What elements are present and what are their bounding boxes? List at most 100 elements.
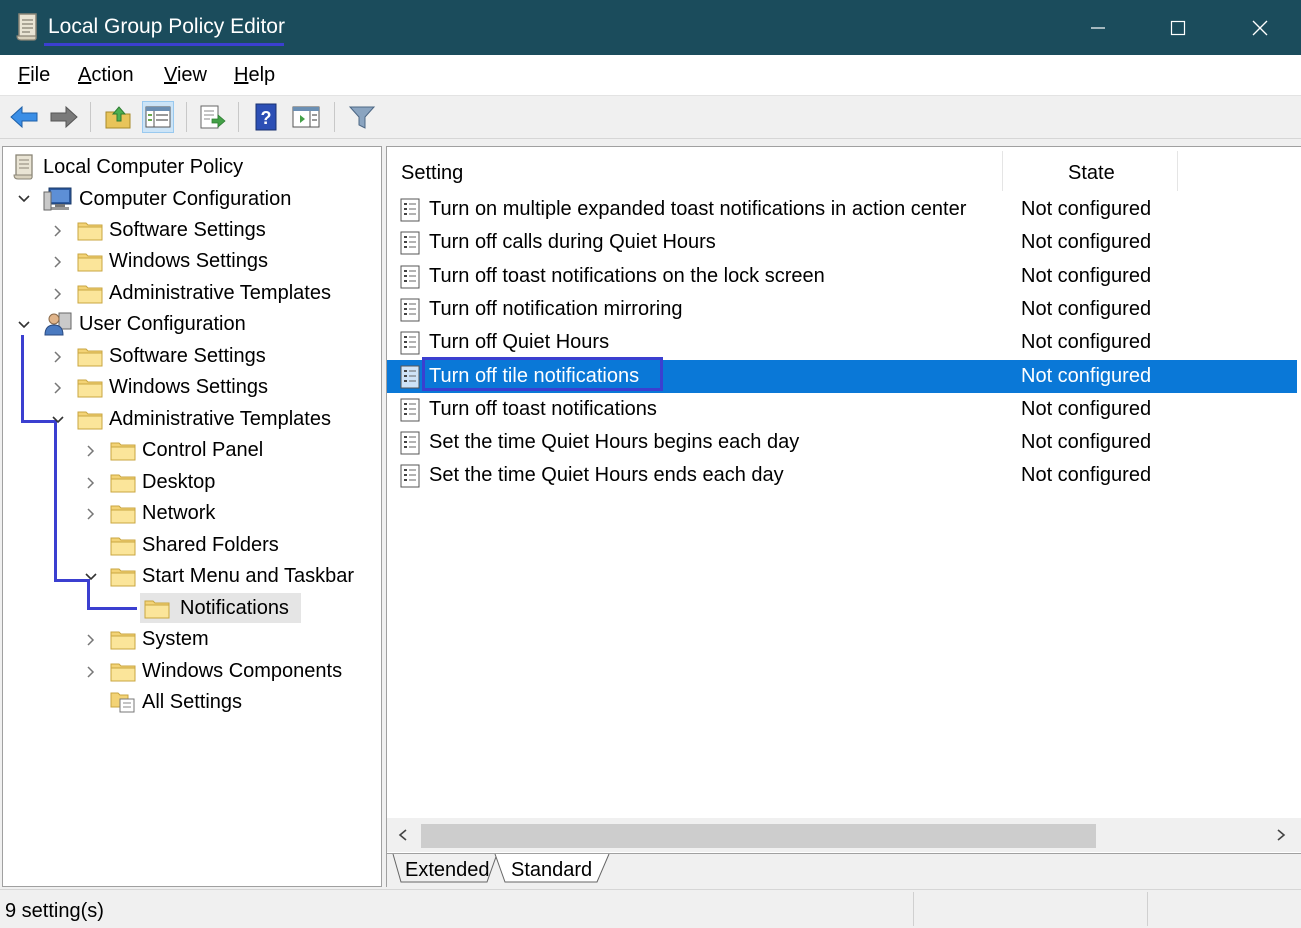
tree-label: User Configuration bbox=[79, 312, 246, 335]
setting-row[interactable]: Turn off Quiet Hours Not configured bbox=[387, 326, 1297, 359]
chevron-right-icon[interactable] bbox=[84, 507, 98, 521]
tree-item-uc-administrative-templates[interactable]: Administrative Templates bbox=[77, 404, 337, 434]
setting-row[interactable]: Set the time Quiet Hours ends each day No… bbox=[387, 459, 1297, 492]
tree-item-uc-software-settings[interactable]: Software Settings bbox=[77, 341, 272, 371]
menu-view[interactable]: View bbox=[164, 64, 207, 87]
show-hide-console-tree-button[interactable] bbox=[142, 101, 174, 133]
toolbar: ? bbox=[0, 95, 1301, 139]
setting-row[interactable]: Turn off tile notifications Not configure… bbox=[387, 360, 1297, 393]
policy-setting-icon bbox=[400, 298, 420, 322]
setting-row[interactable]: Set the time Quiet Hours begins each day… bbox=[387, 426, 1297, 459]
menu-file[interactable]: File bbox=[18, 64, 50, 87]
setting-state: Not configured bbox=[1021, 331, 1152, 353]
chevron-down-icon[interactable] bbox=[51, 413, 65, 427]
chevron-down-icon[interactable] bbox=[84, 570, 98, 584]
tree-label: Software Settings bbox=[109, 218, 266, 241]
forward-button[interactable] bbox=[48, 101, 80, 133]
back-button[interactable] bbox=[8, 101, 40, 133]
scroll-right-icon[interactable] bbox=[1275, 828, 1287, 842]
setting-name: Set the time Quiet Hours begins each day bbox=[429, 431, 800, 453]
chevron-right-icon[interactable] bbox=[51, 224, 65, 238]
tree-item-cc-windows-settings[interactable]: Windows Settings bbox=[77, 246, 274, 276]
tree-item-uc-windows-settings[interactable]: Windows Settings bbox=[77, 372, 274, 402]
setting-state: Not configured bbox=[1021, 431, 1152, 453]
tree-item-cc-administrative-templates[interactable]: Administrative Templates bbox=[77, 278, 337, 308]
setting-state: Not configured bbox=[1021, 464, 1152, 486]
tree-item-windows-components[interactable]: Windows Components bbox=[110, 656, 348, 686]
folder-icon bbox=[110, 474, 136, 493]
annotation-line bbox=[21, 335, 24, 423]
chevron-down-icon[interactable] bbox=[17, 192, 31, 206]
filter-options-button[interactable] bbox=[346, 101, 378, 133]
tab-standard[interactable]: Standard bbox=[511, 859, 592, 882]
computer-icon bbox=[43, 187, 72, 211]
chevron-right-icon[interactable] bbox=[84, 476, 98, 490]
chevron-right-icon[interactable] bbox=[51, 255, 65, 269]
chevron-right-icon[interactable] bbox=[84, 444, 98, 458]
column-header-setting[interactable]: Setting bbox=[401, 162, 463, 185]
setting-name: Turn on multiple expanded toast notifica… bbox=[429, 198, 967, 220]
chevron-right-icon[interactable] bbox=[51, 287, 65, 301]
tree-item-shared-folders[interactable]: Shared Folders bbox=[110, 530, 285, 560]
svg-text:?: ? bbox=[261, 108, 272, 128]
menu-bar: File Action View Help bbox=[0, 55, 1301, 95]
scroll-left-icon[interactable] bbox=[397, 828, 409, 842]
chevron-right-icon[interactable] bbox=[51, 350, 65, 364]
maximize-button[interactable] bbox=[1138, 0, 1218, 55]
status-text: 9 setting(s) bbox=[5, 900, 104, 922]
export-list-button[interactable] bbox=[196, 101, 228, 133]
tab-extended[interactable]: Extended bbox=[405, 859, 490, 882]
tree-item-control-panel[interactable]: Control Panel bbox=[110, 435, 269, 465]
list-header: Setting State bbox=[387, 147, 1301, 197]
column-divider[interactable] bbox=[1002, 151, 1003, 191]
setting-row[interactable]: Turn off calls during Quiet Hours Not con… bbox=[387, 226, 1297, 259]
folder-icon bbox=[110, 537, 136, 556]
setting-state: Not configured bbox=[1021, 198, 1152, 220]
chevron-right-icon[interactable] bbox=[84, 633, 98, 647]
tree-item-start-menu-and-taskbar[interactable]: Start Menu and Taskbar bbox=[110, 561, 360, 591]
help-button[interactable]: ? bbox=[250, 101, 282, 133]
folder-icon bbox=[77, 348, 103, 367]
tree-item-cc-software-settings[interactable]: Software Settings bbox=[77, 215, 272, 245]
folder-icon bbox=[110, 505, 136, 524]
tree-item-local-computer-policy[interactable]: Local Computer Policy bbox=[11, 152, 249, 182]
setting-row[interactable]: Turn off toast notifications Not configur… bbox=[387, 393, 1297, 426]
menu-help[interactable]: Help bbox=[234, 64, 275, 87]
tree-item-network[interactable]: Network bbox=[110, 498, 221, 528]
tree-item-computer-configuration[interactable]: Computer Configuration bbox=[43, 184, 297, 214]
folder-icon bbox=[77, 379, 103, 398]
folder-up-icon bbox=[105, 106, 131, 129]
action-pane-icon bbox=[292, 106, 320, 128]
chevron-right-icon[interactable] bbox=[84, 665, 98, 679]
minimize-button[interactable] bbox=[1058, 0, 1138, 55]
setting-row[interactable]: Turn off toast notifications on the lock… bbox=[387, 260, 1297, 293]
column-header-state[interactable]: State bbox=[1068, 162, 1115, 185]
horizontal-scrollbar[interactable] bbox=[387, 818, 1301, 852]
column-divider[interactable] bbox=[1177, 151, 1178, 191]
show-hide-action-pane-button[interactable] bbox=[290, 101, 322, 133]
scrollbar-thumb[interactable] bbox=[421, 824, 1096, 848]
chevron-right-icon[interactable] bbox=[51, 381, 65, 395]
setting-name: Turn off toast notifications on the lock… bbox=[429, 265, 825, 287]
tree-label: Desktop bbox=[142, 470, 216, 493]
setting-name: Turn off toast notifications bbox=[429, 398, 657, 420]
close-button[interactable] bbox=[1220, 0, 1300, 55]
setting-row[interactable]: Turn on multiple expanded toast notifica… bbox=[387, 193, 1297, 226]
setting-row[interactable]: Turn off notification mirroring Not confi… bbox=[387, 293, 1297, 326]
menu-action[interactable]: Action bbox=[78, 64, 134, 87]
tree-item-system[interactable]: System bbox=[110, 624, 215, 654]
chevron-down-icon[interactable] bbox=[17, 318, 31, 332]
tree-label: Start Menu and Taskbar bbox=[142, 564, 354, 587]
up-one-level-button[interactable] bbox=[102, 101, 134, 133]
tree-item-notifications[interactable]: Notifications bbox=[140, 593, 301, 623]
back-arrow-icon bbox=[10, 105, 38, 129]
app-icon bbox=[16, 13, 37, 41]
help-icon: ? bbox=[255, 103, 277, 131]
tree-item-user-configuration[interactable]: User Configuration bbox=[43, 309, 252, 339]
policy-setting-icon bbox=[400, 398, 420, 422]
tree-item-desktop[interactable]: Desktop bbox=[110, 467, 221, 497]
tree-item-all-settings[interactable]: All Settings bbox=[110, 687, 248, 717]
title-annotation-underline bbox=[44, 43, 284, 46]
policy-setting-icon bbox=[400, 198, 420, 222]
status-bar: 9 setting(s) bbox=[0, 889, 1301, 928]
